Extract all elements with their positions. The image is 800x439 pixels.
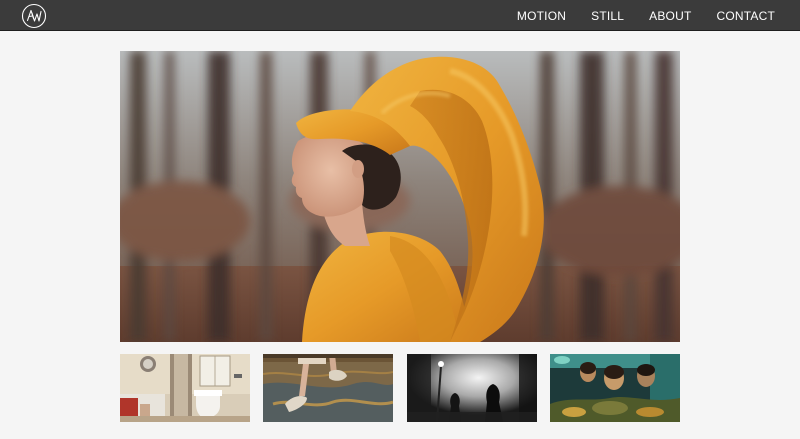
logo-icon[interactable]	[21, 3, 47, 29]
nav-contact-link[interactable]: CONTACT	[716, 9, 775, 23]
top-navbar: MOTION STILL ABOUT CONTACT	[0, 0, 800, 31]
nav-motion-link[interactable]: MOTION	[517, 9, 566, 23]
thumbnail-silhouettes-smoke[interactable]	[407, 354, 537, 422]
thumbnail-strip	[120, 354, 680, 422]
thumbnail-bathroom[interactable]	[120, 354, 250, 422]
featured-image[interactable]	[120, 51, 680, 342]
main-nav: MOTION STILL ABOUT CONTACT	[492, 0, 800, 31]
thumbnail-aquarium-faces[interactable]	[550, 354, 680, 422]
nav-still-link[interactable]: STILL	[591, 9, 624, 23]
nav-about-link[interactable]: ABOUT	[649, 9, 691, 23]
thumbnail-feet-rug[interactable]	[263, 354, 393, 422]
